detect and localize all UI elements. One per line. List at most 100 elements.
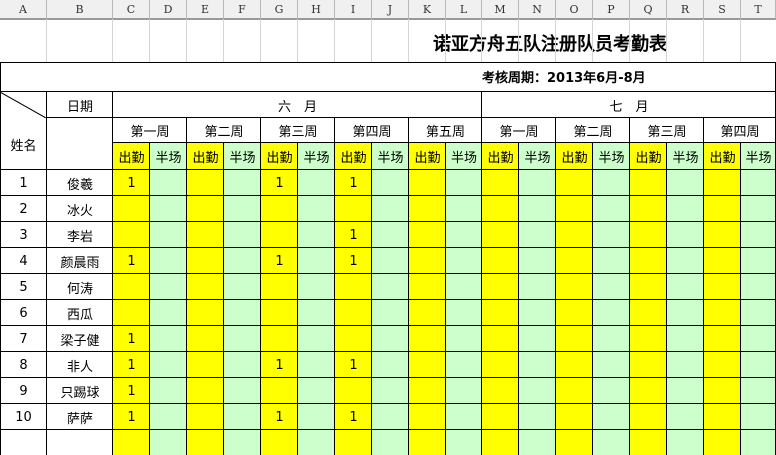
attend-cell[interactable]: [704, 378, 741, 404]
half-cell[interactable]: [372, 248, 409, 274]
attend-cell[interactable]: [704, 326, 741, 352]
row-number[interactable]: 9: [0, 378, 47, 404]
column-header-s[interactable]: S: [704, 0, 741, 19]
half-cell[interactable]: [741, 222, 776, 248]
half-cell[interactable]: [298, 248, 335, 274]
half-cell[interactable]: [150, 196, 187, 222]
half-cell[interactable]: [741, 274, 776, 300]
half-cell[interactable]: [741, 170, 776, 196]
half-cell[interactable]: [593, 404, 630, 430]
attend-cell[interactable]: 1: [335, 170, 372, 196]
half-cell[interactable]: [667, 404, 704, 430]
column-header-a[interactable]: A: [0, 0, 47, 19]
column-header-e[interactable]: E: [187, 0, 224, 19]
attend-cell[interactable]: [261, 274, 298, 300]
column-header-h[interactable]: H: [298, 0, 335, 19]
attend-cell[interactable]: [630, 196, 667, 222]
attend-cell[interactable]: [187, 404, 224, 430]
half-cell[interactable]: [741, 300, 776, 326]
half-header[interactable]: 半场: [298, 143, 335, 170]
name-label[interactable]: 姓名: [0, 118, 47, 170]
half-cell[interactable]: [593, 378, 630, 404]
attend-cell[interactable]: [630, 170, 667, 196]
half-cell[interactable]: [446, 352, 482, 378]
attend-cell[interactable]: [409, 274, 446, 300]
attend-cell[interactable]: 1: [335, 352, 372, 378]
column-header-f[interactable]: F: [224, 0, 261, 19]
column-header-q[interactable]: Q: [630, 0, 667, 19]
attend-cell[interactable]: 1: [113, 378, 150, 404]
attend-cell[interactable]: [482, 274, 519, 300]
half-cell[interactable]: [298, 326, 335, 352]
attend-cell[interactable]: [335, 274, 372, 300]
half-cell[interactable]: [741, 378, 776, 404]
attend-header[interactable]: 出勤: [261, 143, 298, 170]
attend-cell[interactable]: [704, 170, 741, 196]
attend-cell[interactable]: [556, 196, 593, 222]
half-cell[interactable]: [224, 430, 261, 455]
half-cell[interactable]: [372, 300, 409, 326]
half-header[interactable]: 半场: [446, 143, 482, 170]
attend-header[interactable]: 出勤: [704, 143, 741, 170]
row-number[interactable]: 6: [0, 300, 47, 326]
player-name[interactable]: 李岩: [47, 222, 113, 248]
attend-cell[interactable]: [556, 404, 593, 430]
half-cell[interactable]: [224, 196, 261, 222]
half-cell[interactable]: [298, 222, 335, 248]
attend-cell[interactable]: 1: [113, 248, 150, 274]
attend-cell[interactable]: [409, 326, 446, 352]
column-header-g[interactable]: G: [261, 0, 298, 19]
attend-cell[interactable]: [556, 274, 593, 300]
attend-header[interactable]: 出勤: [630, 143, 667, 170]
attend-cell[interactable]: [630, 430, 667, 455]
attend-cell[interactable]: 1: [261, 352, 298, 378]
half-cell[interactable]: [298, 274, 335, 300]
column-header-b[interactable]: B: [47, 0, 113, 19]
attend-cell[interactable]: [261, 326, 298, 352]
attend-header[interactable]: 出勤: [335, 143, 372, 170]
attend-cell[interactable]: [187, 196, 224, 222]
half-cell[interactable]: [593, 170, 630, 196]
attend-cell[interactable]: [630, 404, 667, 430]
column-header-m[interactable]: M: [482, 0, 519, 19]
half-cell[interactable]: [519, 170, 556, 196]
half-cell[interactable]: [372, 274, 409, 300]
half-cell[interactable]: [298, 196, 335, 222]
half-cell[interactable]: [372, 170, 409, 196]
half-cell[interactable]: [667, 248, 704, 274]
attend-cell[interactable]: [113, 430, 150, 455]
attend-header[interactable]: 出勤: [556, 143, 593, 170]
attend-cell[interactable]: [556, 170, 593, 196]
attend-cell[interactable]: [113, 300, 150, 326]
attend-cell[interactable]: 1: [113, 404, 150, 430]
half-cell[interactable]: [150, 222, 187, 248]
half-cell[interactable]: [150, 248, 187, 274]
attend-cell[interactable]: [409, 300, 446, 326]
half-cell[interactable]: [372, 378, 409, 404]
player-name[interactable]: 西瓜: [47, 300, 113, 326]
half-cell[interactable]: [519, 378, 556, 404]
half-cell[interactable]: [446, 326, 482, 352]
player-name[interactable]: 萨萨: [47, 404, 113, 430]
half-cell[interactable]: [150, 300, 187, 326]
attend-cell[interactable]: [335, 300, 372, 326]
row-number[interactable]: 1: [0, 170, 47, 196]
half-cell[interactable]: [741, 196, 776, 222]
player-name[interactable]: 梁子健: [47, 326, 113, 352]
half-cell[interactable]: [298, 352, 335, 378]
half-cell[interactable]: [667, 378, 704, 404]
half-cell[interactable]: [667, 274, 704, 300]
attend-cell[interactable]: [704, 274, 741, 300]
week-header[interactable]: 第二周: [187, 118, 261, 143]
column-header-k[interactable]: K: [409, 0, 446, 19]
attend-cell[interactable]: [704, 430, 741, 455]
attend-cell[interactable]: [113, 274, 150, 300]
half-header[interactable]: 半场: [667, 143, 704, 170]
half-header[interactable]: 半场: [372, 143, 409, 170]
half-cell[interactable]: [593, 248, 630, 274]
half-cell[interactable]: [593, 326, 630, 352]
attend-cell[interactable]: [630, 248, 667, 274]
half-header[interactable]: 半场: [150, 143, 187, 170]
attend-cell[interactable]: [261, 222, 298, 248]
week-header[interactable]: 第三周: [261, 118, 335, 143]
